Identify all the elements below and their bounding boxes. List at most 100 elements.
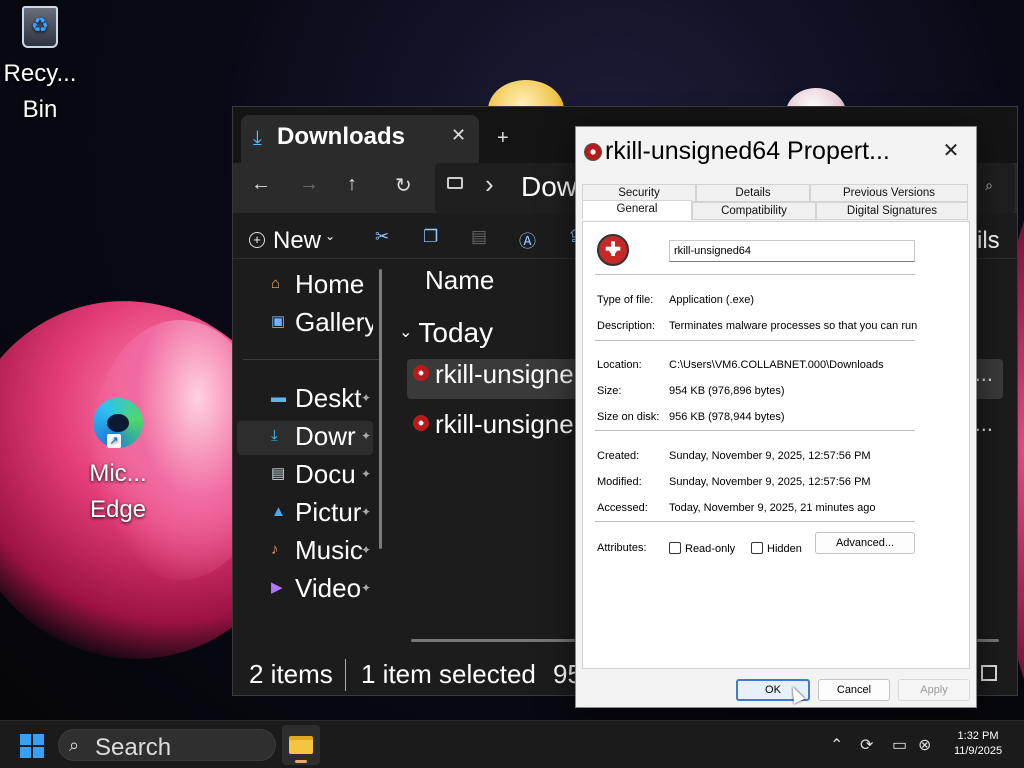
nav-item-label: Pictur <box>295 497 362 527</box>
created-label: Created: <box>597 450 640 462</box>
tab-previous-versions[interactable]: Previous Versions <box>810 184 968 202</box>
paste-icon[interactable]: ▤ <box>471 227 487 247</box>
navigation-pane: ⌂ Home ▣ Gallery ▬ Deskt ✦ ⤓ Dowr ✦ ▤ Docu ✦ ▲ Pi… <box>233 259 389 651</box>
recycle-bin-icon <box>22 6 58 48</box>
size-label: Size: <box>597 385 622 397</box>
close-tab-icon[interactable]: ✕ <box>451 125 466 146</box>
volume-mute-icon[interactable]: ⊗ <box>918 735 931 755</box>
rename-icon[interactable]: Ⓐ <box>519 227 536 252</box>
nav-item-label: Deskt <box>295 383 362 413</box>
details-button[interactable]: ils <box>977 227 1000 255</box>
copy-icon[interactable]: ❐ <box>423 227 438 247</box>
nav-item-videos[interactable]: ▶ Video ✦ <box>237 573 373 607</box>
nav-item-downloads[interactable]: ⤓ Dowr ✦ <box>237 421 373 455</box>
column-header-name[interactable]: Name <box>425 265 494 296</box>
home-icon: ⌂ <box>271 275 281 292</box>
modified-label: Modified: <box>597 476 642 488</box>
desktop-icon-label: Recy... <box>3 60 77 87</box>
nav-scrollbar[interactable] <box>379 269 382 549</box>
address-text: Dow <box>521 171 578 202</box>
tab-general[interactable]: General <box>582 200 692 220</box>
accessed-value: Today, November 9, 2025, 21 minutes ago <box>669 502 876 514</box>
more-options-icon[interactable]: ... <box>975 411 993 437</box>
nav-item-home[interactable]: ⌂ Home <box>237 269 373 303</box>
desktop-icon-label: Edge <box>89 496 147 523</box>
chevron-down-icon: ⌄ <box>399 324 413 341</box>
rkill-app-icon <box>584 143 602 161</box>
pin-icon: ✦ <box>360 429 371 443</box>
system-clock[interactable]: 1:32 PM 11/9/2025 <box>940 729 1016 759</box>
network-icon[interactable]: ▭ <box>892 735 907 755</box>
tab-digital-signatures[interactable]: Digital Signatures <box>816 202 968 220</box>
hidden-checkbox[interactable]: Hidden <box>751 542 802 555</box>
download-icon: ⤓ <box>271 427 278 444</box>
app-icon <box>413 365 429 381</box>
type-label: Type of file: <box>597 294 654 306</box>
attributes-label: Attributes: <box>597 542 647 554</box>
nav-item-label: Gallery <box>295 307 373 337</box>
checkbox-box <box>669 542 681 554</box>
forward-icon[interactable]: → <box>299 173 319 196</box>
tab-details[interactable]: Details <box>696 184 810 202</box>
nav-item-pictures[interactable]: ▲ Pictur ✦ <box>237 497 373 531</box>
nav-item-desktop[interactable]: ▬ Deskt ✦ <box>237 383 373 417</box>
nav-item-label: Dowr <box>295 421 356 451</box>
tab-downloads[interactable]: ⤓ Downloads ✕ <box>241 115 479 163</box>
desktop-icon-edge[interactable]: ↗ Mic... Edge <box>78 398 158 528</box>
taskbar-search[interactable]: ⌕ Search <box>58 729 276 761</box>
this-pc-icon <box>447 177 463 189</box>
windows-logo-icon <box>33 734 44 745</box>
refresh-icon[interactable]: ↻ <box>395 173 412 198</box>
cut-icon[interactable]: ✂ <box>375 227 389 247</box>
more-options-icon[interactable]: ... <box>975 361 993 387</box>
active-indicator <box>295 760 307 763</box>
windows-logo-icon <box>33 747 44 758</box>
group-header-today[interactable]: ⌄ Today <box>399 317 493 349</box>
nav-item-label: Video <box>295 573 362 603</box>
nav-item-documents[interactable]: ▤ Docu ✦ <box>237 459 373 493</box>
clock-time: 1:32 PM <box>957 730 999 742</box>
pin-icon: ✦ <box>360 505 371 519</box>
tab-title: Downloads <box>277 123 406 150</box>
pin-icon: ✦ <box>360 391 371 405</box>
desktop-icon: ▬ <box>271 389 286 406</box>
status-selected: 1 item selected <box>361 659 536 689</box>
windows-logo-icon <box>20 734 31 745</box>
windows-logo-icon <box>20 747 31 758</box>
back-icon[interactable]: ← <box>251 173 271 196</box>
advanced-button[interactable]: Advanced... <box>815 532 915 554</box>
readonly-checkbox[interactable]: Read-only <box>669 542 735 555</box>
apply-button[interactable]: Apply <box>898 679 970 701</box>
nav-item-label: Docu <box>295 459 356 489</box>
tiles-view-icon[interactable] <box>981 665 997 681</box>
taskbar-file-explorer[interactable] <box>282 725 320 765</box>
rkill-app-icon <box>597 234 629 266</box>
nav-item-gallery[interactable]: ▣ Gallery <box>237 307 373 341</box>
size-on-disk-value: 956 KB (978,944 bytes) <box>669 411 785 423</box>
modified-value: Sunday, November 9, 2025, 12:57:56 PM <box>669 476 871 488</box>
start-button[interactable] <box>20 734 44 758</box>
divider <box>595 274 915 275</box>
chevron-up-icon[interactable]: ⌃ <box>830 735 843 755</box>
group-label: Today <box>418 317 494 348</box>
search-icon[interactable]: ⌕ <box>985 177 993 194</box>
location-value: C:\Users\VM6.COLLABNET.000\Downloads <box>669 359 884 371</box>
document-icon: ▤ <box>271 465 286 482</box>
status-item-count: 2 items <box>249 659 333 689</box>
new-button[interactable]: + New ⌄ <box>249 227 335 255</box>
new-tab-button[interactable]: + <box>497 127 509 150</box>
description-label: Description: <box>597 320 656 332</box>
nav-item-music[interactable]: ♪ Music ✦ <box>237 535 373 569</box>
nav-item-label: Home <box>295 269 365 299</box>
clock-date: 11/9/2025 <box>953 745 1003 757</box>
cancel-button[interactable]: Cancel <box>818 679 890 701</box>
file-name-field[interactable] <box>669 240 915 262</box>
chevron-right-icon[interactable]: › <box>485 169 494 200</box>
pictures-icon: ▲ <box>271 503 286 520</box>
desktop-icon-label: Bin <box>22 96 58 123</box>
close-button[interactable]: ✕ <box>936 137 966 167</box>
tab-compatibility[interactable]: Compatibility <box>692 202 816 220</box>
update-icon[interactable]: ⟳ <box>860 735 873 755</box>
desktop-icon-recycle-bin[interactable]: Recy... Bin <box>0 6 80 128</box>
up-icon[interactable]: ↑ <box>347 173 357 196</box>
